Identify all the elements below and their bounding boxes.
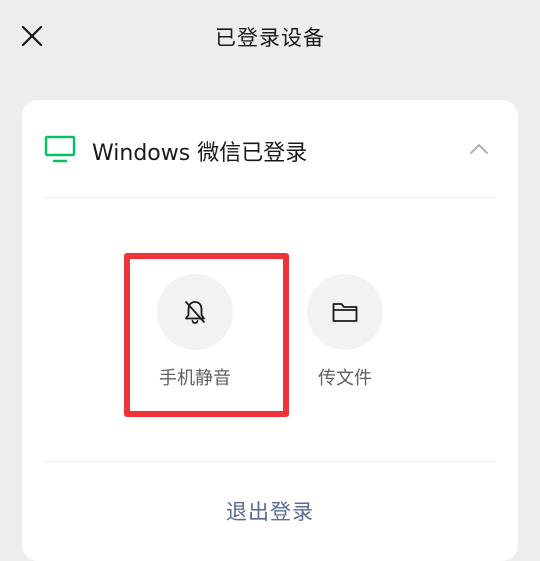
- mute-phone-label: 手机静音: [159, 368, 231, 389]
- divider: [44, 461, 496, 462]
- transfer-file-button[interactable]: 传文件: [290, 274, 400, 390]
- folder-icon: [332, 303, 358, 322]
- monitor-icon: [44, 135, 76, 163]
- device-row[interactable]: Windows 微信已登录: [22, 100, 518, 197]
- mute-phone-button[interactable]: 手机静音: [140, 274, 250, 390]
- chevron-up-icon[interactable]: [468, 138, 490, 160]
- transfer-file-label: 传文件: [318, 368, 372, 389]
- logout-button[interactable]: 退出登录: [22, 496, 518, 526]
- file-icon-circle: [307, 274, 383, 350]
- top-bar: 已登录设备: [0, 0, 540, 72]
- device-label: Windows 微信已登录: [92, 141, 308, 166]
- device-card: Windows 微信已登录 手机静音 传文件 退出登录: [22, 100, 518, 561]
- bell-off-icon: [185, 301, 205, 324]
- mute-icon-circle: [157, 274, 233, 350]
- page-title: 已登录设备: [215, 26, 325, 50]
- divider: [44, 197, 496, 198]
